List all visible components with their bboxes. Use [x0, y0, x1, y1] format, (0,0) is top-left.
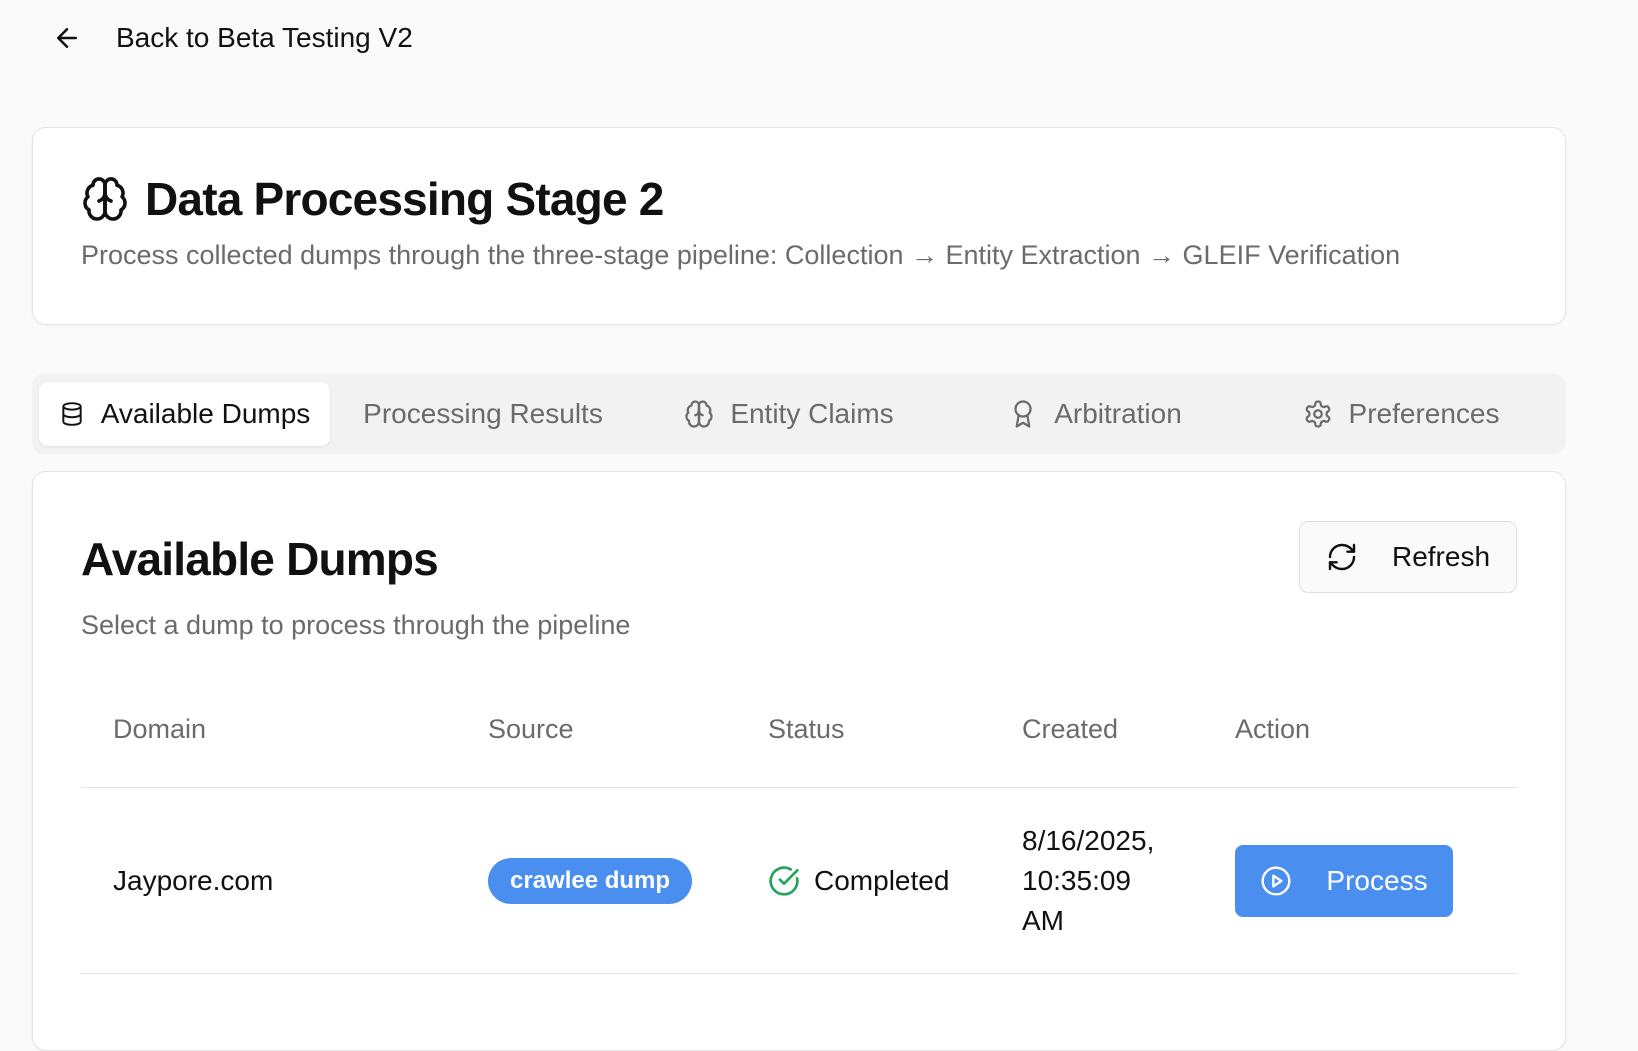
tab-arbitration[interactable]: Arbitration — [942, 382, 1248, 446]
created-timestamp: 8/16/2025, 10:35:09 AM — [1022, 824, 1155, 936]
tab-entity-claims[interactable]: Entity Claims — [636, 382, 942, 446]
tab-label: Processing Results — [363, 398, 603, 429]
tab-label: Preferences — [1348, 398, 1500, 429]
database-icon — [62, 402, 82, 426]
brain-icon — [83, 177, 127, 221]
column-header-domain: Domain — [113, 714, 207, 744]
tab-label: Arbitration — [1054, 398, 1182, 429]
tab-preferences[interactable]: Preferences — [1248, 382, 1554, 446]
tab-label: Entity Claims — [730, 398, 894, 429]
check-circle-icon — [769, 865, 799, 896]
page-title: Data Processing Stage 2 — [145, 173, 664, 225]
table-row: Jaypore.com crawlee dump Completed 8/16/… — [81, 788, 1517, 974]
arrow-left-icon — [57, 28, 77, 48]
tab-bar: Available Dumps Processing Results Entit… — [32, 374, 1566, 454]
refresh-button[interactable]: Refresh — [1299, 521, 1517, 593]
cell-source: crawlee dump — [488, 857, 768, 904]
refresh-icon — [1328, 543, 1356, 571]
back-link[interactable]: Back to Beta Testing V2 — [52, 22, 413, 54]
brain-icon — [685, 400, 713, 428]
tab-processing-results[interactable]: Processing Results — [330, 382, 636, 446]
header-card: Data Processing Stage 2 Process collecte… — [32, 127, 1566, 325]
source-badge: crawlee dump — [488, 857, 693, 904]
play-circle-icon — [1261, 865, 1291, 896]
section-title: Available Dumps — [81, 533, 439, 585]
status-indicator: Completed — [768, 865, 1022, 897]
cell-created: 8/16/2025, 10:35:09 AM — [1022, 821, 1235, 941]
cell-status: Completed — [768, 865, 1022, 897]
cell-action: Process — [1235, 844, 1517, 917]
tab-available-dumps[interactable]: Available Dumps — [39, 382, 330, 446]
refresh-label: Refresh — [1391, 541, 1491, 572]
page-title-row: Data Processing Stage 2 — [81, 172, 664, 226]
dumps-table: Domain Source Status Created Action Jayp… — [81, 672, 1517, 974]
back-link-label: Back to Beta Testing V2 — [116, 22, 413, 53]
column-header-status: Status — [768, 714, 845, 744]
section-subtitle: Select a dump to process through the pip… — [81, 610, 631, 640]
award-icon — [1014, 400, 1032, 428]
status-label: Completed — [814, 864, 950, 896]
table-header: Domain Source Status Created Action — [81, 672, 1517, 788]
dumps-card: Available Dumps Select a dump to process… — [32, 471, 1566, 1051]
column-header-created: Created — [1022, 714, 1119, 744]
column-header-source: Source — [488, 714, 574, 744]
column-header-action: Action — [1235, 714, 1311, 744]
process-button[interactable]: Process — [1235, 844, 1453, 917]
tab-label: Available Dumps — [100, 398, 311, 429]
page-subtitle: Process collected dumps through the thre… — [81, 240, 1401, 270]
gear-icon — [1305, 400, 1330, 428]
process-label: Process — [1326, 864, 1428, 896]
cell-domain: Jaypore.com — [113, 864, 274, 896]
